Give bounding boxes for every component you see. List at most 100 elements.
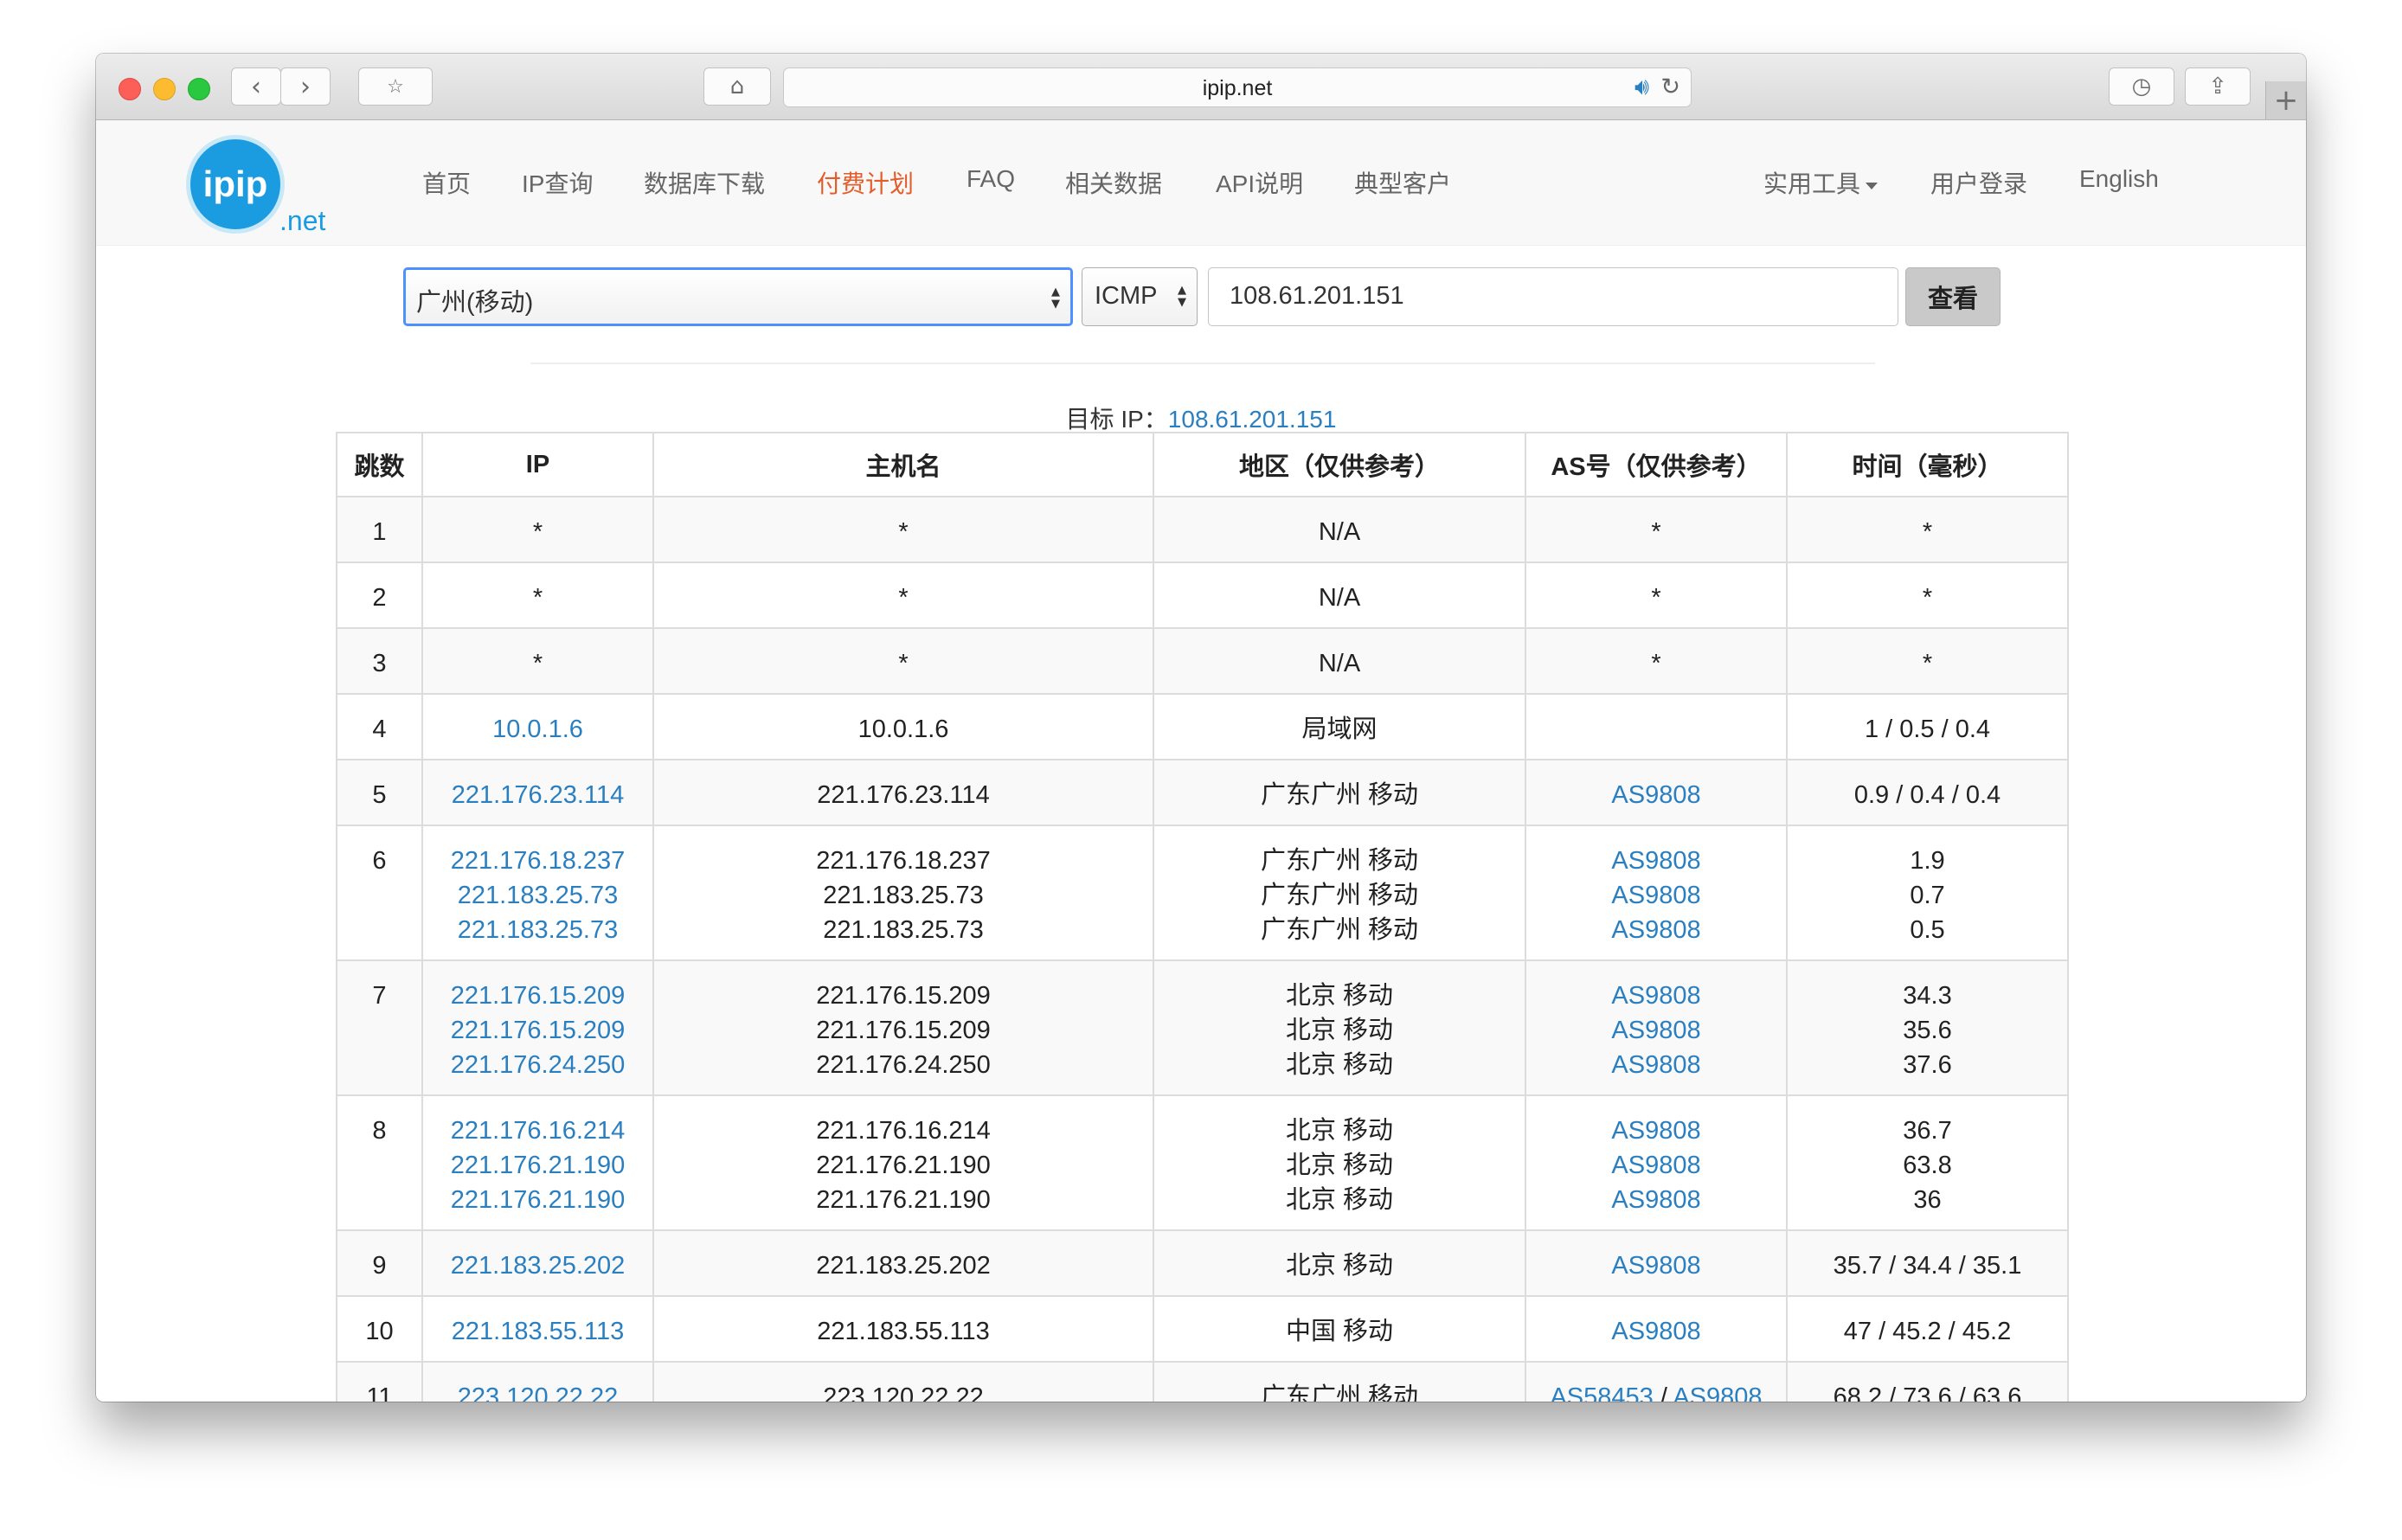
back-button[interactable]: ‹ (231, 67, 281, 106)
ip-link[interactable]: 221.183.55.113 (427, 1314, 649, 1349)
region-value: 北京 移动 (1285, 1051, 1394, 1079)
nav-faq[interactable]: FAQ (967, 165, 1015, 193)
time-cell: 0.9 / 0.4 / 0.4 (1786, 759, 2069, 826)
header-as: AS号（仅供参考） (1525, 432, 1788, 497)
nav-database-download[interactable]: 数据库下载 (644, 165, 765, 200)
region-value: N/A (1318, 650, 1361, 677)
share-button[interactable]: ⇪ (2185, 67, 2251, 106)
table-row: 5 221.176.23.114 221.176.23.114 广东广州 移动 AS98… (336, 759, 2069, 826)
nav-ip-lookup[interactable]: IP查询 (522, 165, 593, 200)
time-cell: 1 / 0.5 / 0.4 (1786, 693, 2069, 760)
as-link[interactable]: AS9808 (1530, 1048, 1782, 1082)
ip-link[interactable]: 221.176.21.190 (427, 1148, 649, 1183)
nav-related-data[interactable]: 相关数据 (1065, 165, 1162, 200)
site-navbar: ipip .net 首页 IP查询 数据库下载 付费计划 FAQ 相关数据 AP… (96, 120, 2306, 246)
ip-link[interactable]: 221.176.16.214 (427, 1113, 649, 1148)
hostname-cell: * (652, 496, 1154, 563)
ip-link[interactable]: 10.0.1.6 (427, 712, 649, 747)
ip-link[interactable]: 221.176.24.250 (427, 1048, 649, 1082)
forward-button[interactable]: › (280, 67, 331, 106)
region-value: 北京 移动 (1285, 1252, 1394, 1280)
nav-home[interactable]: 首页 (422, 165, 471, 200)
minimize-window-button[interactable] (153, 78, 176, 100)
ip-cell: 221.176.15.209 221.176.15.209 221.176.24.2… (421, 959, 654, 1096)
ip-link[interactable]: 221.183.25.202 (427, 1248, 649, 1283)
url-text: ipip.net (1202, 76, 1273, 100)
query-button[interactable]: 查看 (1905, 267, 2001, 326)
zoom-window-button[interactable] (188, 78, 210, 100)
header-hostname: 主机名 (652, 432, 1154, 497)
hop-cell: 4 (336, 693, 423, 760)
ip-input[interactable]: 108.61.201.151 (1208, 267, 1898, 326)
site-logo[interactable]: ipip (186, 135, 285, 234)
as-link[interactable]: AS9808 (1530, 979, 1782, 1013)
nav-customers[interactable]: 典型客户 (1354, 165, 1451, 200)
host-value: 221.183.25.202 (816, 1252, 991, 1280)
ip-cell: * (421, 627, 654, 695)
nav-pricing[interactable]: 付费计划 (817, 165, 914, 200)
protocol-select[interactable]: ICMP ▲ ▼ (1082, 267, 1198, 326)
ip-link[interactable]: 223.120.22.22 (427, 1380, 649, 1402)
ip-link[interactable]: 221.176.15.209 (427, 1013, 649, 1048)
close-window-button[interactable] (119, 78, 141, 100)
table-row: 8 221.176.16.214 221.176.21.190 221.176.21.… (336, 1094, 2069, 1231)
address-bar[interactable]: ipip.net 🔊︎ ↻ (783, 67, 1692, 107)
as-link[interactable]: AS9808 (1530, 878, 1782, 913)
location-select[interactable]: 广州(移动) ▲ ▼ (403, 267, 1073, 326)
ip-link[interactable]: 221.183.25.73 (427, 913, 649, 947)
reload-icon[interactable]: ↻ (1660, 74, 1680, 100)
as-cell (1525, 693, 1788, 760)
ip-link[interactable]: 221.183.25.73 (427, 878, 649, 913)
region-cell: 广东广州 移动 广东广州 移动 广东广州 移动 (1153, 825, 1526, 961)
new-tab-button[interactable]: + (2265, 81, 2306, 119)
hostname-cell: * (652, 627, 1154, 695)
as-link[interactable]: AS9808 (1530, 778, 1782, 812)
ip-cell: 221.183.55.113 (421, 1295, 654, 1363)
bookmarks-button[interactable]: ☆ (358, 67, 433, 106)
speaker-icon[interactable]: 🔊︎ (1635, 74, 1649, 101)
time-value: 1 / 0.5 / 0.4 (1864, 715, 1991, 743)
ip-link[interactable]: 221.176.15.209 (427, 979, 649, 1013)
time-cell: 68.2 / 73.6 / 63.6 (1786, 1361, 2069, 1402)
as-cell: AS9808 AS9808 AS9808 (1525, 1094, 1788, 1231)
as-link[interactable]: AS9808 (1530, 1113, 1782, 1148)
nav-api-docs[interactable]: API说明 (1216, 165, 1303, 200)
target-ip-link[interactable]: 108.61.201.151 (1168, 406, 1337, 433)
chevron-left-icon: ‹ (251, 71, 261, 102)
nav-tools-dropdown[interactable]: 实用工具 (1763, 165, 1879, 200)
table-row: 6 221.176.18.237 221.183.25.73 221.183.25.7… (336, 825, 2069, 961)
region-cell: 北京 移动 (1153, 1229, 1526, 1297)
time-value: * (1922, 650, 1933, 677)
as-link[interactable]: AS58453 (1550, 1383, 1653, 1402)
as-link[interactable]: AS9808 (1673, 1383, 1762, 1402)
host-value: 10.0.1.6 (857, 715, 949, 743)
traceroute-table: 跳数 IP 主机名 地区（仅供参考） AS号（仅供参考） 时间（毫秒） 1 * * N… (336, 432, 2069, 1402)
hostname-cell: 221.183.25.202 (652, 1229, 1154, 1297)
time-value: 37.6 (1903, 1051, 1952, 1079)
ip-link[interactable]: 221.176.21.190 (427, 1183, 649, 1217)
as-link[interactable]: AS9808 (1530, 1314, 1782, 1349)
ip-link[interactable]: 221.176.18.237 (427, 844, 649, 878)
history-button[interactable]: ◷ (2109, 67, 2174, 106)
time-value: * (1922, 518, 1933, 546)
host-value: 221.183.55.113 (817, 1318, 990, 1345)
host-value: 221.176.18.237 (816, 847, 991, 875)
as-link[interactable]: AS9808 (1530, 1183, 1782, 1217)
nav-language-english[interactable]: English (2079, 165, 2159, 193)
time-value: 0.5 (1910, 916, 1945, 944)
home-icon: ⌂ (729, 74, 745, 99)
as-link[interactable]: AS9808 (1530, 1248, 1782, 1283)
as-link[interactable]: AS9808 (1530, 913, 1782, 947)
hostname-cell: 221.176.23.114 (652, 759, 1154, 826)
as-cell: AS9808 (1525, 1229, 1788, 1297)
home-button[interactable]: ⌂ (703, 67, 771, 106)
as-link[interactable]: AS9808 (1530, 1013, 1782, 1048)
as-link[interactable]: AS9808 (1530, 844, 1782, 878)
hop-cell: 2 (336, 561, 423, 629)
as-separator: / (1653, 1383, 1673, 1402)
plus-icon: + (2273, 83, 2299, 118)
as-link[interactable]: AS9808 (1530, 1148, 1782, 1183)
ip-link[interactable]: 221.176.23.114 (427, 778, 649, 812)
nav-login[interactable]: 用户登录 (1930, 165, 2027, 200)
host-value: 223.120.22.22 (823, 1383, 984, 1402)
